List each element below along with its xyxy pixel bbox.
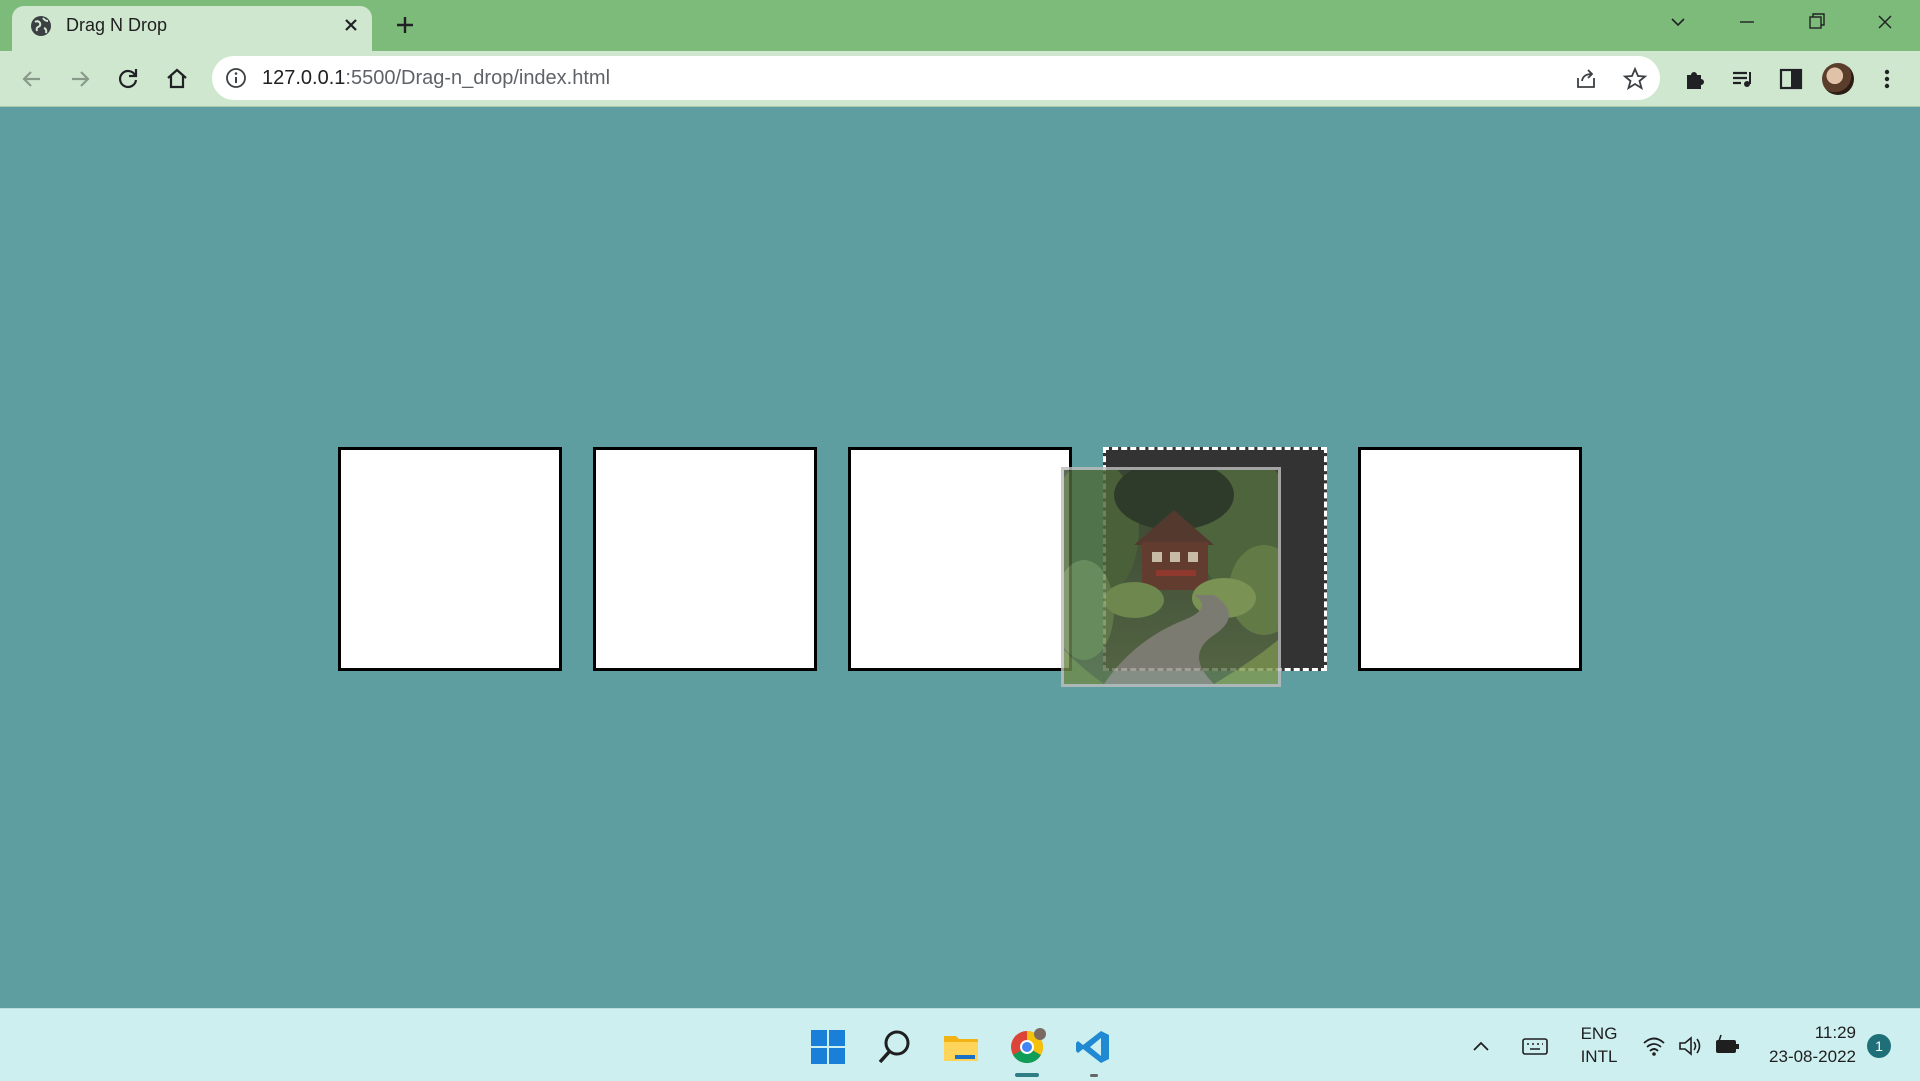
language-indicator-line2[interactable]: INTL (1576, 1047, 1622, 1067)
drop-box-5[interactable] (1358, 447, 1582, 671)
keyboard-icon[interactable] (1521, 1034, 1549, 1058)
page-body (0, 107, 1920, 1007)
tab-title: Drag N Drop (66, 15, 168, 35)
show-hidden-icons-chevron-icon[interactable] (1469, 1035, 1493, 1059)
battery-charging-icon[interactable] (1713, 1033, 1741, 1059)
windows-start-icon[interactable] (808, 1027, 848, 1067)
site-info-icon[interactable] (224, 66, 248, 90)
url-text: 127.0.0.1:5500/Drag-n_drop/index.html (262, 67, 610, 90)
language-indicator-line1[interactable]: ENG (1576, 1024, 1622, 1044)
volume-icon[interactable] (1677, 1033, 1703, 1059)
browser-toolbar: 127.0.0.1:5500/Drag-n_drop/index.html (0, 51, 1920, 107)
windows-taskbar: ENG INTL 11:29 23-08-2022 (0, 1008, 1920, 1081)
chrome-icon[interactable] (1007, 1027, 1047, 1067)
wifi-icon[interactable] (1641, 1033, 1667, 1059)
vscode-icon[interactable] (1073, 1027, 1113, 1067)
extensions-puzzle-icon[interactable] (1681, 65, 1709, 93)
clock-time[interactable]: 11:29 (1760, 1023, 1856, 1043)
drop-box-3[interactable] (848, 447, 1072, 671)
minimize-icon[interactable] (1727, 8, 1767, 36)
more-menu-icon[interactable] (1873, 65, 1901, 93)
drop-box-1[interactable] (338, 447, 562, 671)
drop-box-2[interactable] (593, 447, 817, 671)
browser-tab[interactable]: Drag N Drop (12, 6, 372, 51)
file-explorer-icon[interactable] (941, 1027, 981, 1067)
share-icon[interactable] (1573, 66, 1599, 92)
house-photo-image (1064, 470, 1278, 684)
tab-search-chevron-icon[interactable] (1658, 8, 1698, 36)
home-icon[interactable] (163, 65, 191, 93)
forward-arrow-icon[interactable] (66, 65, 94, 93)
new-tab-icon[interactable] (392, 12, 418, 38)
globe-icon (31, 16, 51, 36)
vscode-running-indicator (1090, 1074, 1098, 1077)
close-window-icon[interactable] (1865, 8, 1905, 36)
notification-badge[interactable]: 1 (1867, 1034, 1891, 1058)
chrome-active-indicator (1015, 1073, 1039, 1077)
url-path: :5500/Drag-n_drop/index.html (345, 67, 611, 89)
clock-date[interactable]: 23-08-2022 (1760, 1047, 1856, 1067)
media-controls-icon[interactable] (1729, 65, 1757, 93)
address-bar[interactable]: 127.0.0.1:5500/Drag-n_drop/index.html (212, 56, 1660, 100)
reload-icon[interactable] (114, 65, 142, 93)
back-arrow-icon[interactable] (18, 65, 46, 93)
dragged-house-image[interactable] (1061, 467, 1281, 687)
close-tab-icon[interactable] (338, 12, 364, 38)
url-host: 127.0.0.1 (262, 67, 346, 89)
restore-icon[interactable] (1796, 8, 1836, 36)
bookmark-star-icon[interactable] (1622, 66, 1648, 92)
profile-avatar[interactable] (1822, 63, 1854, 95)
tab-strip: Drag N Drop (0, 0, 1920, 51)
side-panel-icon[interactable] (1777, 65, 1805, 93)
search-icon[interactable] (875, 1027, 915, 1067)
